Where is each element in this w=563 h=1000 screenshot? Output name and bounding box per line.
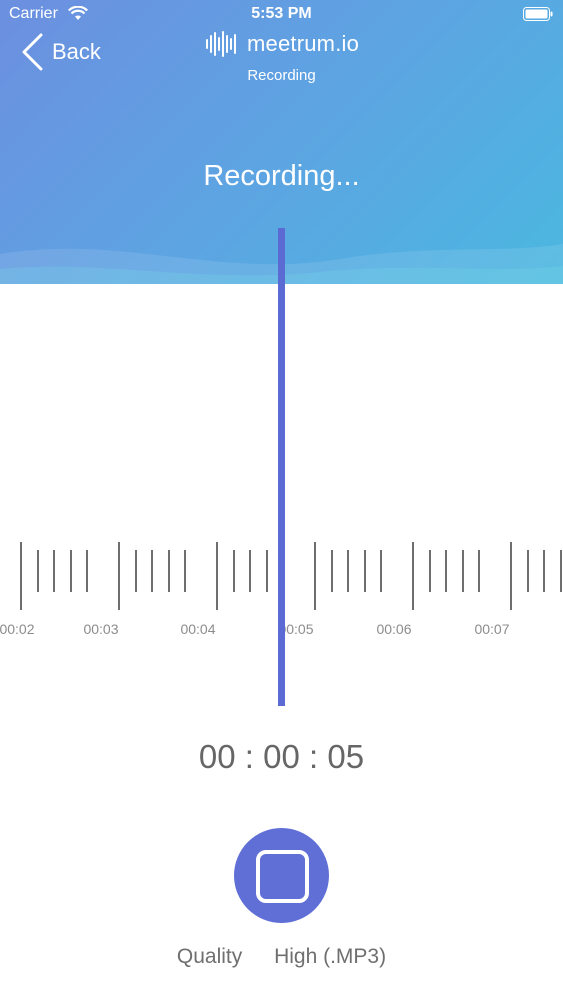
timeline-tick: [478, 550, 480, 592]
quality-row[interactable]: Quality High (.MP3): [0, 945, 563, 969]
timeline-tick: [559, 550, 562, 592]
timeline-tick: [134, 550, 137, 592]
timeline-tick: [330, 550, 333, 592]
playhead: [278, 228, 285, 706]
recording-status-title: Recording...: [203, 160, 360, 192]
time-label: 00:05: [278, 621, 314, 637]
timeline-tick: [69, 550, 72, 592]
back-button[interactable]: Back: [20, 32, 101, 72]
page-subtitle: Recording: [247, 67, 316, 84]
time-label: 00:03: [83, 621, 119, 637]
status-time: 5:53 PM: [251, 5, 312, 22]
status-bar: Carrier 5:53 PM: [0, 0, 563, 30]
timeline-tick: [265, 550, 268, 592]
chevron-left-icon: [22, 33, 43, 71]
brand-name: meetrum.io: [247, 31, 360, 56]
elapsed-timer: 00 : 00 : 05: [198, 738, 365, 775]
timeline-tick: [445, 550, 447, 592]
timeline-tick: [380, 550, 382, 592]
timeline-tick: [363, 550, 366, 592]
timeline-tick: [36, 550, 39, 592]
timeline-tick: [151, 550, 153, 592]
timeline-tick: [526, 550, 529, 592]
timeline-tick: [184, 550, 186, 592]
timeline-tick: [167, 550, 170, 592]
stop-icon: [256, 850, 309, 903]
timeline-tick: [232, 550, 235, 592]
quality-label: Quality: [176, 945, 243, 968]
brand: meetrum.io: [205, 30, 359, 58]
time-label: 00:02: [0, 621, 35, 637]
timeline-tick: [314, 542, 316, 610]
timeline-tick: [216, 542, 218, 610]
timeline-tick: [118, 542, 120, 610]
time-label: 00:06: [376, 621, 412, 637]
timeline-tick: [347, 550, 349, 592]
timeline-tick: [543, 550, 545, 592]
quality-value: High (.MP3): [274, 945, 387, 968]
timeline-tick: [428, 550, 431, 592]
timeline-tick: [249, 550, 251, 592]
back-label: Back: [52, 39, 101, 64]
timeline-tick: [510, 542, 512, 610]
timeline-tick: [461, 550, 464, 592]
time-label: 00:04: [180, 621, 216, 637]
timeline-tick: [412, 542, 414, 610]
timeline-tick: [20, 542, 22, 610]
battery-icon: [523, 7, 553, 21]
timeline-tick: [53, 550, 55, 592]
soundwave-icon: [206, 31, 236, 57]
time-label: 00:07: [474, 621, 510, 637]
stop-button[interactable]: [234, 828, 329, 923]
timeline-tick: [86, 550, 88, 592]
